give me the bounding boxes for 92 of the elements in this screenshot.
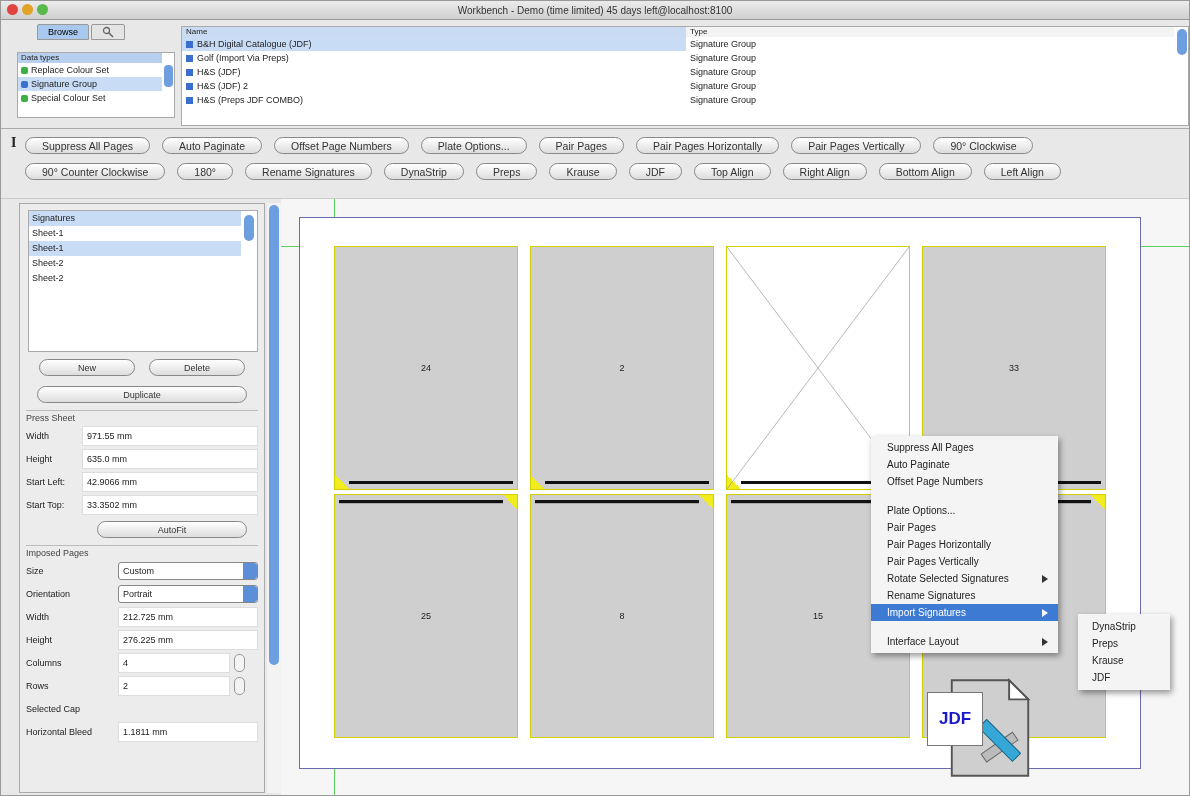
menu-item[interactable]: Import Signatures (871, 604, 1058, 621)
page-number: 8 (619, 611, 625, 621)
menu-item[interactable]: DynaStrip (1078, 618, 1170, 635)
data-type-item[interactable]: Replace Colour Set (18, 63, 162, 77)
toolbar-button[interactable]: Pair Pages Horizontally (636, 137, 780, 154)
field-label: Horizontal Bleed (26, 727, 94, 737)
dropdown[interactable]: Portrait (118, 585, 258, 603)
toolbar-button[interactable]: 90° Counter Clockwise (25, 163, 166, 180)
input-field[interactable]: 971.55 mm (82, 426, 258, 446)
field-label: Selected Cap (26, 704, 82, 714)
field-label: Height (26, 635, 53, 645)
menu-item[interactable]: Preps (1078, 635, 1170, 652)
toolbar-button[interactable]: Preps (475, 163, 538, 180)
table-cell: H&S (Preps JDF COMBO) (182, 93, 686, 107)
input-field[interactable]: 33.3502 mm (82, 495, 258, 515)
table-cell-text: Signature Group (689, 94, 758, 107)
input-field[interactable]: 42.9066 mm (82, 472, 258, 492)
window-title: Workbench - Demo (time limited) 45 days left@localhost:8100 (457, 4, 733, 16)
toolbar-marker: I (11, 135, 18, 152)
toolbar-button[interactable]: Right Align (782, 163, 867, 180)
page[interactable]: 8 (530, 494, 714, 738)
toolbar-button[interactable]: Krause (549, 163, 617, 180)
toolbar-button[interactable]: Auto Paginate (162, 137, 263, 154)
toolbar-button[interactable]: Bottom Align (878, 163, 972, 180)
data-type-item[interactable]: Special Colour Set (18, 91, 162, 105)
autofit-button[interactable]: AutoFit (97, 521, 247, 538)
toolbar-button[interactable]: Pair Pages (538, 137, 624, 154)
toolbar-button[interactable]: Left Align (983, 163, 1061, 180)
column-header[interactable]: Type (686, 27, 1174, 37)
input-field[interactable]: 276.225 mm (118, 630, 258, 650)
table-row[interactable]: Golf (Import Via Preps) Signature Group (182, 51, 1174, 65)
table-row[interactable]: H&S (JDF) Signature Group (182, 65, 1174, 79)
field-label: Start Left: (26, 477, 67, 487)
field-label: Orientation (26, 589, 72, 599)
table-cell: H&S (JDF) 2 (182, 79, 686, 93)
dropdown[interactable]: Custom (118, 562, 258, 580)
data-type-item[interactable]: Signature Group (18, 77, 162, 91)
page-number: 2 (619, 363, 625, 373)
table-row[interactable]: B&H Digital Catalogue (JDF) Signature Group (182, 37, 1174, 51)
table-cell-text: Signature Group (689, 80, 758, 93)
page-number: 15 (813, 611, 823, 621)
signature-item[interactable]: Sheet-2 (29, 256, 241, 271)
table-cell: Golf (Import Via Preps) (182, 51, 686, 65)
input-field[interactable]: 2 (118, 676, 230, 696)
toolbar-button[interactable]: Rename Signatures (245, 163, 372, 180)
toolbar-button[interactable]: JDF (628, 163, 682, 180)
signature-item[interactable]: Sheet-1 (29, 241, 241, 256)
field-label: Height (26, 454, 53, 464)
signature-item[interactable]: Signatures (29, 211, 241, 226)
input-field[interactable]: 1.1811 mm (118, 722, 258, 742)
input-field[interactable]: 4 (118, 653, 230, 673)
input-field[interactable]: 635.0 mm (82, 449, 258, 469)
table-cell-text: Signature Group (689, 66, 758, 79)
toolbar-button[interactable]: DynaStrip (383, 163, 464, 180)
field-label: Size (26, 566, 45, 576)
page-number: 33 (1009, 363, 1019, 373)
table-row[interactable]: H&S (Preps JDF COMBO) Signature Group (182, 93, 1174, 107)
signature-item[interactable]: Sheet-1 (29, 226, 241, 241)
field-label: Width (26, 431, 50, 441)
list-header: Data types (18, 53, 162, 63)
toolbar-button[interactable]: Plate Options... (420, 137, 527, 154)
page-number: 24 (421, 363, 431, 373)
toolbar-button[interactable]: Pair Pages Vertically (791, 137, 922, 154)
page[interactable]: 24 (334, 246, 518, 490)
field-label: Rows (26, 681, 50, 691)
toolbar-button[interactable]: Suppress All Pages (25, 137, 151, 154)
browse-tab[interactable]: Browse (37, 24, 89, 40)
menu-item[interactable]: Krause (1078, 652, 1170, 669)
page[interactable]: 25 (334, 494, 518, 738)
field-label: Columns (26, 658, 63, 668)
table-cell-text: Signature Group (689, 52, 758, 65)
column-header[interactable]: Name (182, 27, 686, 37)
panel-button[interactable]: Delete (149, 359, 245, 376)
field-label: Width (26, 612, 50, 622)
menu-item[interactable]: JDF (1078, 669, 1170, 686)
table-row[interactable]: H&S (JDF) 2 Signature Group (182, 79, 1174, 93)
table-cell: B&H Digital Catalogue (JDF) (182, 37, 686, 51)
panel-button[interactable]: New (39, 359, 135, 376)
input-field[interactable]: 212.725 mm (118, 607, 258, 627)
page[interactable]: 2 (530, 246, 714, 490)
toolbar-button[interactable]: 180° (177, 163, 234, 180)
page-number: 25 (421, 611, 431, 621)
toolbar-button[interactable]: 90° Clockwise (933, 137, 1034, 154)
toolbar-button[interactable]: Top Align (693, 163, 771, 180)
table-cell: H&S (JDF) (182, 65, 686, 79)
duplicate-button[interactable]: Duplicate (37, 386, 247, 403)
signature-item[interactable]: Sheet-2 (29, 271, 241, 286)
group-title: Press Sheet (26, 413, 77, 423)
group-title: Imposed Pages (26, 548, 90, 558)
toolbar-button[interactable]: Offset Page Numbers (274, 137, 409, 154)
field-label: Start Top: (26, 500, 66, 510)
table-cell-text: Signature Group (689, 38, 758, 51)
